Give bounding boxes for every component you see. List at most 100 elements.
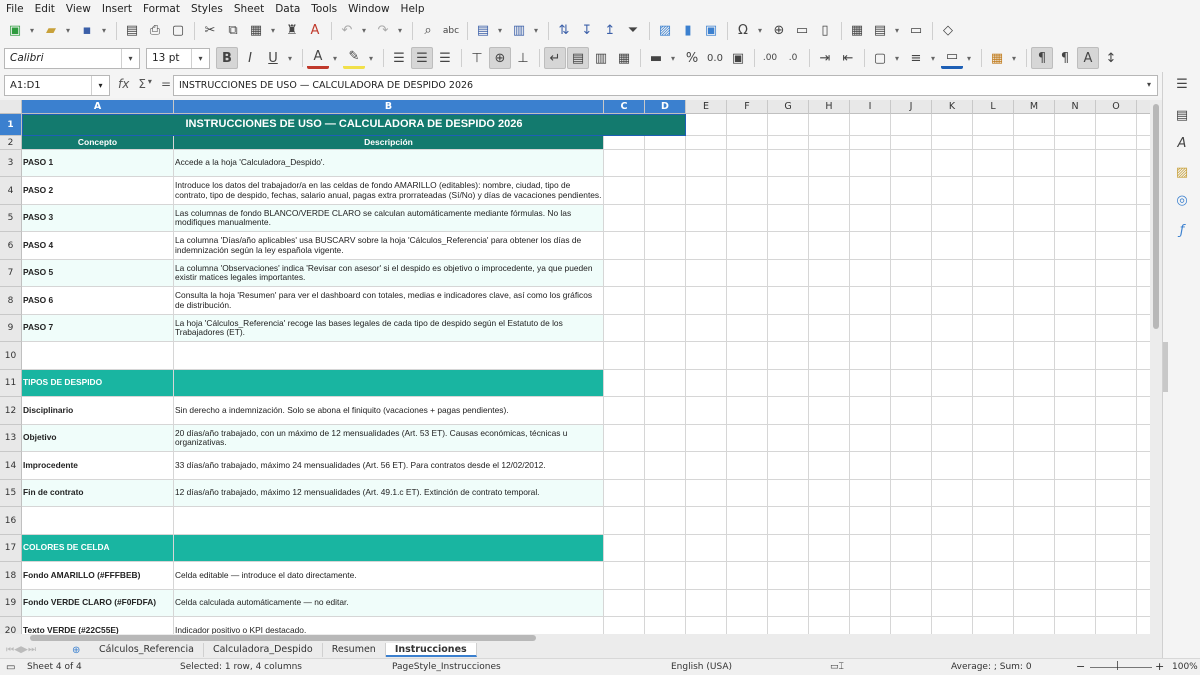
empty-cell[interactable] [727, 136, 768, 150]
open-dropdown-icon[interactable]: ▾ [63, 20, 73, 42]
empty-cell[interactable] [686, 507, 727, 535]
empty-cell[interactable] [932, 136, 973, 150]
empty-cell[interactable] [932, 287, 973, 315]
empty-cell[interactable] [973, 425, 1014, 452]
empty-cell[interactable] [1096, 315, 1137, 342]
empty-cell[interactable] [850, 370, 891, 397]
menu-view[interactable]: View [66, 3, 91, 15]
empty-cell[interactable] [645, 260, 686, 287]
border-color-icon[interactable]: ▭ [941, 47, 963, 69]
paste-dropdown-icon[interactable]: ▾ [268, 20, 278, 42]
label-cell[interactable] [22, 342, 174, 370]
conditional-dropdown-icon[interactable]: ▾ [1009, 47, 1019, 69]
empty-cell[interactable] [973, 260, 1014, 287]
zoom-level[interactable]: 100% [1172, 662, 1198, 672]
label-cell[interactable]: Texto VERDE (#22C55E) [22, 617, 174, 634]
description-cell[interactable] [174, 342, 604, 370]
select-all-corner[interactable] [0, 100, 22, 114]
sum-dropdown-icon[interactable]: ▾ [148, 77, 152, 91]
row-icon[interactable]: ▤ [472, 20, 494, 42]
font-color-icon[interactable]: A [307, 47, 329, 69]
empty-cell[interactable] [973, 397, 1014, 425]
label-cell[interactable] [22, 507, 174, 535]
empty-cell[interactable] [645, 480, 686, 507]
empty-cell[interactable] [850, 562, 891, 590]
sheet-tab-resumen[interactable]: Resumen [323, 643, 386, 657]
empty-cell[interactable] [891, 425, 932, 452]
empty-cell[interactable] [973, 480, 1014, 507]
empty-cell[interactable] [1096, 535, 1137, 562]
autofilter-icon[interactable]: ⏷ [622, 20, 644, 42]
empty-cell[interactable] [727, 535, 768, 562]
empty-cell[interactable] [973, 287, 1014, 315]
empty-cell[interactable] [1055, 114, 1096, 136]
empty-cell[interactable] [604, 507, 645, 535]
empty-cell[interactable] [727, 232, 768, 260]
empty-cell[interactable] [809, 370, 850, 397]
description-cell[interactable]: Celda calculada automáticamente — no edi… [174, 590, 604, 617]
row-header-2[interactable]: 2 [0, 136, 22, 150]
row-header-8[interactable]: 8 [0, 287, 22, 315]
empty-cell[interactable] [850, 535, 891, 562]
empty-cell[interactable] [932, 205, 973, 232]
empty-cell[interactable] [1096, 205, 1137, 232]
sheet-tab-instrucciones[interactable]: Instrucciones [385, 643, 477, 657]
empty-cell[interactable] [1096, 260, 1137, 287]
empty-cell[interactable] [604, 535, 645, 562]
split-window-icon[interactable]: ▭ [905, 20, 927, 42]
empty-cell[interactable] [932, 562, 973, 590]
empty-cell[interactable] [645, 507, 686, 535]
row-header-11[interactable]: 11 [0, 370, 22, 397]
empty-cell[interactable] [850, 232, 891, 260]
row-header-14[interactable]: 14 [0, 452, 22, 480]
comment-icon[interactable]: ▭ [791, 20, 813, 42]
empty-cell[interactable] [686, 150, 727, 177]
empty-cell[interactable] [768, 397, 809, 425]
undo-dropdown-icon[interactable]: ▾ [359, 20, 369, 42]
empty-cell[interactable] [891, 114, 932, 136]
empty-cell[interactable] [891, 136, 932, 150]
horizontal-scroll-thumb[interactable] [30, 635, 536, 641]
empty-cell[interactable] [1014, 205, 1055, 232]
empty-cell[interactable] [1055, 342, 1096, 370]
vertical-scrollbar[interactable] [1150, 100, 1162, 634]
empty-cell[interactable] [891, 205, 932, 232]
sheet-nav-buttons[interactable]: ⏮ ◀ ▶ ⏭ [6, 645, 72, 655]
merge-center-icon[interactable]: ▤ [567, 47, 589, 69]
menu-window[interactable]: Window [348, 3, 389, 15]
description-cell[interactable] [174, 507, 604, 535]
empty-cell[interactable] [1055, 150, 1096, 177]
empty-cell[interactable] [973, 315, 1014, 342]
empty-cell[interactable] [1055, 590, 1096, 617]
empty-cell[interactable] [1014, 397, 1055, 425]
row-header-15[interactable]: 15 [0, 480, 22, 507]
empty-cell[interactable] [768, 150, 809, 177]
description-cell[interactable]: Accede a la hoja 'Calculadora_Despido'. [174, 150, 604, 177]
empty-cell[interactable] [932, 150, 973, 177]
row-header-12[interactable]: 12 [0, 397, 22, 425]
empty-cell[interactable] [891, 232, 932, 260]
description-cell[interactable]: La columna 'Observaciones' indica 'Revis… [174, 260, 604, 287]
number-format-icon[interactable]: 0.0 [704, 47, 726, 69]
empty-cell[interactable] [604, 150, 645, 177]
empty-cell[interactable] [604, 315, 645, 342]
font-size-dropdown-icon[interactable]: ▾ [191, 48, 209, 68]
empty-cell[interactable] [686, 315, 727, 342]
menu-sheet[interactable]: Sheet [234, 3, 264, 15]
label-cell[interactable]: PASO 1 [22, 150, 174, 177]
border-style-icon[interactable]: ≡ [905, 47, 927, 69]
empty-cell[interactable] [1055, 136, 1096, 150]
empty-cell[interactable] [1096, 370, 1137, 397]
merge-cells-icon[interactable]: ▥ [590, 47, 612, 69]
empty-cell[interactable] [686, 452, 727, 480]
label-cell[interactable]: Disciplinario [22, 397, 174, 425]
align-left-icon[interactable]: ☰ [388, 47, 410, 69]
empty-cell[interactable] [768, 370, 809, 397]
empty-cell[interactable] [850, 617, 891, 634]
pivot-table-icon[interactable]: ▣ [700, 20, 722, 42]
menu-file[interactable]: File [6, 3, 24, 15]
italic-button[interactable]: I [239, 47, 261, 69]
empty-cell[interactable] [891, 370, 932, 397]
empty-cell[interactable] [768, 136, 809, 150]
empty-cell[interactable] [973, 507, 1014, 535]
